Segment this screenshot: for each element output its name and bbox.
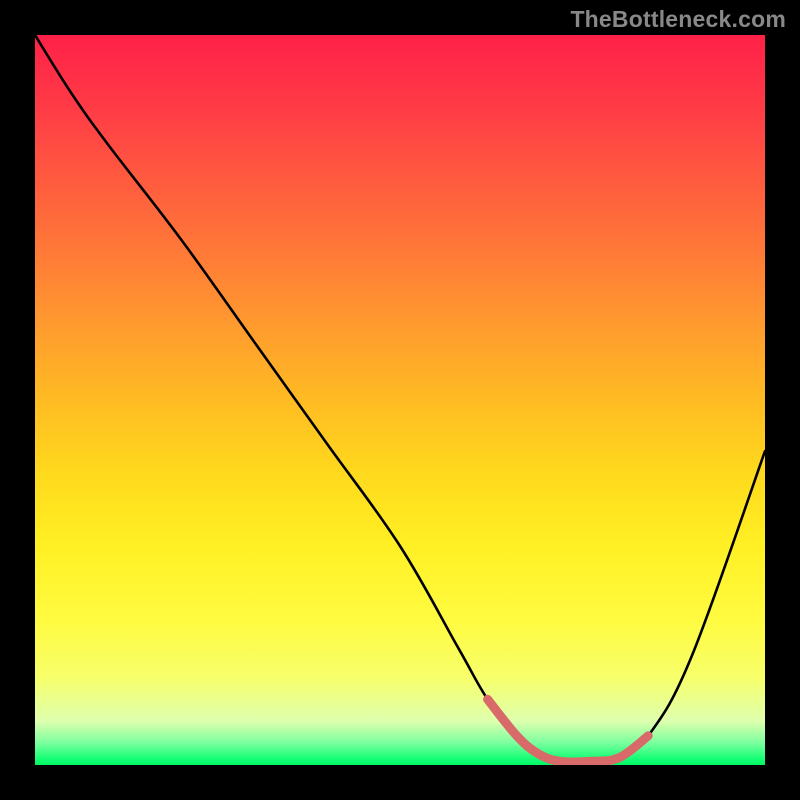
chart-svg: [35, 35, 765, 765]
optimal-range-marker: [488, 699, 649, 762]
plot-area: [35, 35, 765, 765]
chart-container: TheBottleneck.com: [0, 0, 800, 800]
bottleneck-curve: [35, 35, 765, 762]
watermark-text: TheBottleneck.com: [570, 6, 786, 33]
